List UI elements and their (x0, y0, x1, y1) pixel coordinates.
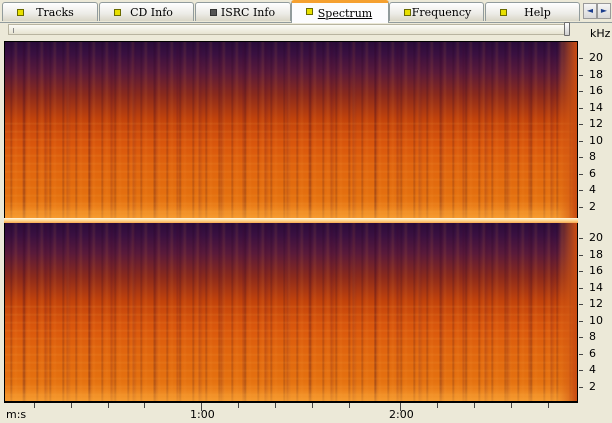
tab-label: Frequency (411, 5, 472, 19)
tab-label: ISRC Info (220, 5, 276, 19)
freq-tick-label: 2 (589, 380, 596, 393)
freq-tick-label: 6 (589, 167, 596, 180)
tab-help[interactable]: Help (485, 2, 580, 21)
tab-cd-info[interactable]: CD Info (99, 2, 194, 21)
grey-square-icon (210, 9, 217, 16)
freq-tick-label: 20 (589, 51, 603, 64)
freq-tick-label: 18 (589, 68, 603, 81)
freq-tick-label: 10 (589, 314, 603, 327)
tab-isrc-info[interactable]: ISRC Info (195, 2, 291, 21)
frequency-unit-label: kHz (590, 27, 611, 40)
freq-tick-label: 2 (589, 200, 596, 213)
spectrogram-channel-right (5, 223, 577, 401)
tab-spectrum[interactable]: Spectrum (291, 0, 389, 23)
spectrogram-low-band (5, 204, 577, 218)
tab-label: CD Info (130, 5, 173, 19)
yellow-square-icon (17, 9, 24, 16)
freq-tick-label: 16 (589, 264, 603, 277)
freq-tick-label: 20 (589, 231, 603, 244)
position-slider-thumb[interactable] (564, 22, 570, 36)
time-tick-label: 2:00 (389, 408, 414, 421)
spectrogram-channel-left (5, 42, 577, 218)
yellow-square-icon (404, 9, 411, 16)
yellow-square-icon (306, 8, 313, 15)
tab-label: Tracks (36, 5, 74, 19)
slider-start-tick (13, 28, 14, 33)
spectrogram-fadeout (557, 42, 577, 218)
freq-tick-label: 4 (589, 183, 596, 196)
time-axis-unit-label: m:s (6, 408, 27, 421)
spectrogram-fadeout (557, 223, 577, 401)
tab-label: Help (524, 5, 551, 19)
freq-tick-label: 16 (589, 84, 603, 97)
freq-tick-label: 18 (589, 248, 603, 261)
time-tick-label: 1:00 (190, 408, 215, 421)
time-axis: m:s 1:00 2:00 (4, 403, 578, 423)
freq-tick-label: 10 (589, 134, 603, 147)
tab-scroll-right-button[interactable]: ► (597, 3, 611, 19)
freq-tick-label: 6 (589, 347, 596, 360)
freq-tick-label: 8 (589, 150, 596, 163)
freq-tick-label: 8 (589, 330, 596, 343)
spectrogram-low-band (5, 387, 577, 401)
spectrogram (4, 41, 578, 403)
chevron-left-icon: ◄ (586, 6, 594, 15)
freq-tick-label: 12 (589, 297, 603, 310)
yellow-square-icon (114, 9, 121, 16)
tab-frequency[interactable]: Frequency (389, 2, 484, 21)
freq-tick-label: 4 (589, 363, 596, 376)
freq-tick-label: 14 (589, 281, 603, 294)
position-slider[interactable] (8, 24, 570, 35)
chevron-right-icon: ► (600, 6, 608, 15)
yellow-square-icon (500, 9, 507, 16)
freq-tick-label: 14 (589, 101, 603, 114)
freq-tick-label: 12 (589, 117, 603, 130)
tab-label: Spectrum (317, 6, 373, 20)
tab-tracks[interactable]: Tracks (2, 2, 98, 21)
tab-scroll-left-button[interactable]: ◄ (583, 3, 597, 19)
tab-bar: Tracks CD Info ISRC Info Spectrum Freque… (0, 0, 612, 23)
